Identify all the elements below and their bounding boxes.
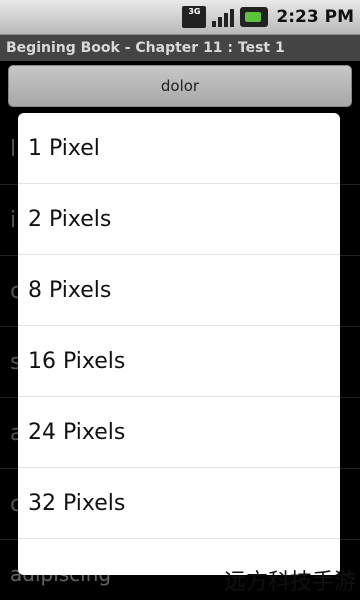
status-icons: 3G 2:23 PM (182, 6, 354, 28)
option-24-pixels[interactable]: 24 Pixels (18, 397, 340, 468)
status-bar: 3G 2:23 PM (0, 0, 360, 35)
watermark: 远方科技手游 (223, 570, 356, 595)
option-dialog: 1 Pixel 2 Pixels 8 Pixels 16 Pixels 24 P… (18, 113, 340, 575)
option-16-pixels[interactable]: 16 Pixels (18, 326, 340, 397)
spinner-button[interactable]: dolor (8, 65, 352, 107)
option-1-pixel[interactable]: 1 Pixel (18, 113, 340, 184)
status-time: 2:23 PM (276, 7, 354, 27)
option-32-pixels[interactable]: 32 Pixels (18, 468, 340, 539)
option-8-pixels[interactable]: 8 Pixels (18, 255, 340, 326)
signal-icon (210, 7, 236, 27)
3g-icon: 3G (182, 6, 207, 28)
battery-icon (240, 7, 269, 27)
app-title-bar: Begining Book - Chapter 11 : Test 1 (0, 35, 360, 61)
option-2-pixels[interactable]: 2 Pixels (18, 184, 340, 255)
